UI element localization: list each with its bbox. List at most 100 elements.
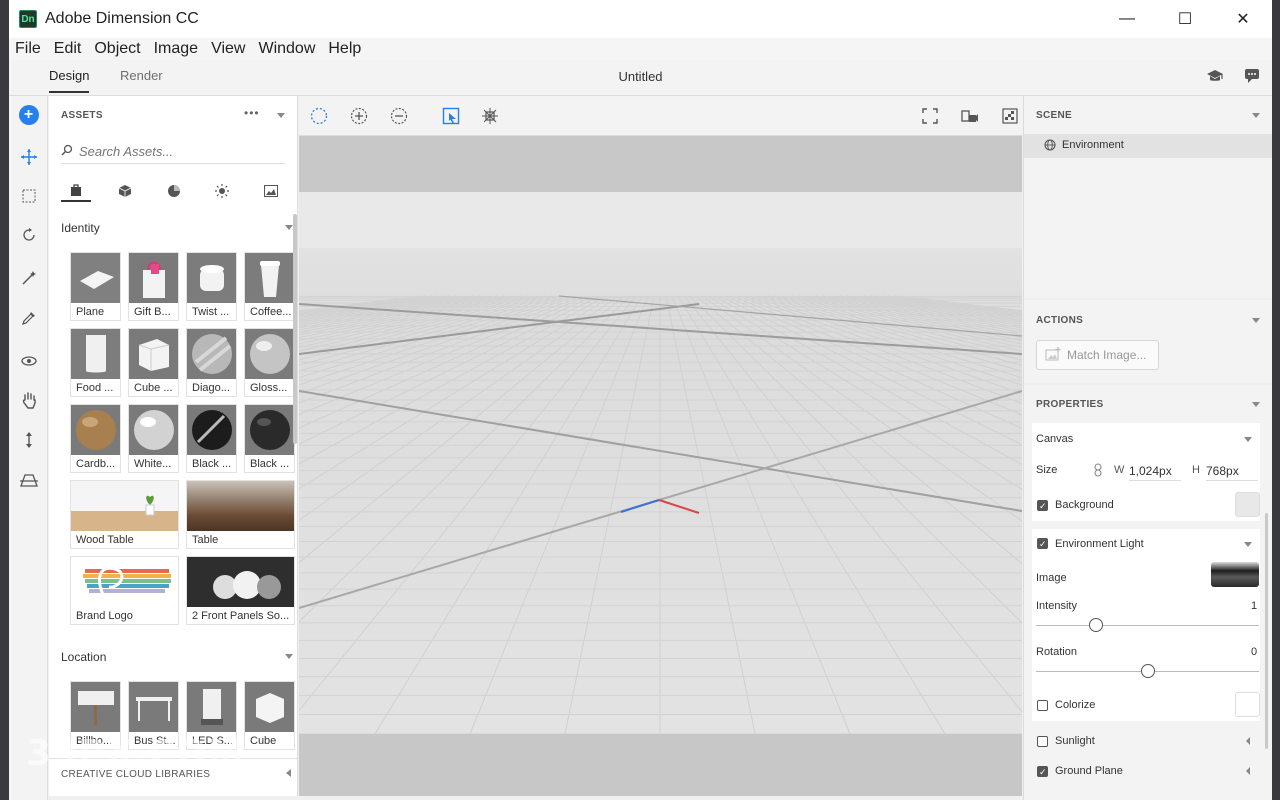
cc-libraries-caret[interactable] <box>286 769 291 777</box>
height-label: H <box>1192 464 1200 476</box>
section-identity-caret[interactable] <box>285 225 293 230</box>
add-icon[interactable]: + <box>9 103 48 127</box>
light-icon[interactable] <box>207 180 237 202</box>
orbit-icon[interactable] <box>9 223 48 247</box>
close-button[interactable]: ✕ <box>1214 0 1272 38</box>
orbit-camera-icon[interactable] <box>9 349 48 373</box>
select-icon[interactable] <box>9 184 48 208</box>
pan-icon[interactable] <box>9 388 48 412</box>
globe-icon <box>1044 139 1056 154</box>
environment-light-checkbox[interactable] <box>1037 538 1048 550</box>
menu-image[interactable]: Image <box>154 40 198 58</box>
ground-plane-expand-caret[interactable] <box>1246 767 1250 775</box>
models-icon[interactable] <box>61 180 91 202</box>
menu-edit[interactable]: Edit <box>54 40 82 58</box>
sunlight-row: Sunlight <box>1032 727 1260 753</box>
asset-label: Table <box>192 534 219 546</box>
scene-graph-icon[interactable] <box>480 106 500 126</box>
environment-image-thumbnail[interactable] <box>1211 562 1259 587</box>
assets-collapse-caret[interactable] <box>277 113 285 118</box>
asset-thumbnail <box>71 481 178 531</box>
move-icon[interactable] <box>9 145 48 169</box>
match-image-label: Match Image... <box>1067 348 1147 362</box>
3d-viewport[interactable] <box>299 136 1022 796</box>
asset-tile[interactable]: Coffee... <box>244 252 295 321</box>
render-preview-icon[interactable] <box>1000 106 1020 126</box>
colorize-color-swatch[interactable] <box>1235 692 1260 717</box>
scene-collapse-caret[interactable] <box>1252 113 1260 118</box>
menu-file[interactable]: File <box>15 40 41 58</box>
properties-scrollbar[interactable] <box>1265 513 1268 749</box>
background-checkbox[interactable] <box>1037 500 1048 512</box>
dolly-icon[interactable] <box>9 428 48 452</box>
eyedropper-icon[interactable] <box>9 306 48 330</box>
sunlight-checkbox[interactable] <box>1037 736 1048 747</box>
background-color-swatch[interactable] <box>1235 492 1260 517</box>
search-input[interactable] <box>79 144 269 159</box>
asset-tile[interactable]: Black ... <box>244 404 295 473</box>
menu-window[interactable]: Window <box>258 40 315 58</box>
feedback-icon[interactable] <box>1244 68 1260 88</box>
canvas-collapse-caret[interactable] <box>1244 437 1252 442</box>
fullscreen-icon[interactable] <box>920 106 940 126</box>
intensity-value: 1 <box>1251 600 1258 612</box>
asset-tile[interactable]: Gloss... <box>244 328 295 397</box>
materials-icon[interactable] <box>159 180 189 202</box>
assets-panel: ASSETS ••• Identity <box>49 96 298 796</box>
section-location-caret[interactable] <box>285 654 293 659</box>
width-field[interactable]: 1,024px <box>1129 464 1181 481</box>
scene-item-environment[interactable]: Environment <box>1024 134 1272 158</box>
rotation-slider-thumb[interactable] <box>1140 664 1155 678</box>
menu-object[interactable]: Object <box>94 40 140 58</box>
assets-scrollbar[interactable] <box>293 214 297 444</box>
asset-tile[interactable]: Diago... <box>186 328 237 397</box>
asset-thumbnail <box>187 405 236 455</box>
learn-icon[interactable] <box>1206 68 1224 88</box>
actions-collapse-caret[interactable] <box>1252 318 1260 323</box>
viewport-canvas <box>299 192 1022 796</box>
mode-bar: Design Render Untitled <box>9 60 1272 96</box>
zoom-in-icon[interactable] <box>349 106 369 126</box>
intensity-slider-track[interactable] <box>1036 625 1259 626</box>
zoom-out-icon[interactable] <box>389 106 409 126</box>
ground-plane-checkbox[interactable] <box>1037 766 1048 778</box>
asset-label: Brand Logo <box>76 610 133 622</box>
frame-selection-icon[interactable] <box>441 106 461 126</box>
environment-light-collapse-caret[interactable] <box>1244 542 1252 547</box>
asset-tile[interactable]: Cube ... <box>128 328 179 397</box>
horizon-icon[interactable] <box>9 468 48 492</box>
cube-icon[interactable] <box>110 180 140 202</box>
asset-label: Twist ... <box>192 306 230 318</box>
link-icon[interactable] <box>1094 463 1102 480</box>
asset-tile[interactable]: Cardb... <box>70 404 121 473</box>
asset-tile[interactable]: Table <box>186 480 295 549</box>
asset-label: Wood Table <box>76 534 134 546</box>
menu-view[interactable]: View <box>211 40 245 58</box>
image-icon[interactable] <box>256 180 286 202</box>
ground-plane-label: Ground Plane <box>1055 765 1123 777</box>
properties-collapse-caret[interactable] <box>1252 402 1260 407</box>
asset-tile[interactable]: Gift B... <box>128 252 179 321</box>
colorize-checkbox[interactable] <box>1037 700 1048 711</box>
sunlight-expand-caret[interactable] <box>1246 737 1250 745</box>
asset-tile[interactable]: White... <box>128 404 179 473</box>
menu-help[interactable]: Help <box>328 40 361 58</box>
asset-tile[interactable]: Brand Logo <box>70 556 179 625</box>
camera-bookmark-icon[interactable] <box>960 106 980 126</box>
marquee-select-icon[interactable] <box>309 106 329 126</box>
intensity-slider-thumb[interactable] <box>1089 618 1104 632</box>
asset-tile[interactable]: Food ... <box>70 328 121 397</box>
asset-tile[interactable]: Plane <box>70 252 121 321</box>
asset-tile[interactable]: 2 Front Panels So... <box>186 556 295 625</box>
height-field[interactable]: 768px <box>1206 464 1258 481</box>
asset-tile[interactable]: Wood Table <box>70 480 179 549</box>
assets-more-button[interactable]: ••• <box>244 106 260 120</box>
asset-tile[interactable]: Twist ... <box>186 252 237 321</box>
asset-thumbnail <box>187 682 236 732</box>
minimize-button[interactable]: — <box>1098 0 1156 38</box>
magic-wand-icon[interactable] <box>9 266 48 290</box>
maximize-button[interactable]: ☐ <box>1156 0 1214 38</box>
asset-tile[interactable]: Cube <box>244 681 295 750</box>
asset-tile[interactable]: Black ... <box>186 404 237 473</box>
match-image-button[interactable]: Match Image... <box>1036 340 1159 370</box>
